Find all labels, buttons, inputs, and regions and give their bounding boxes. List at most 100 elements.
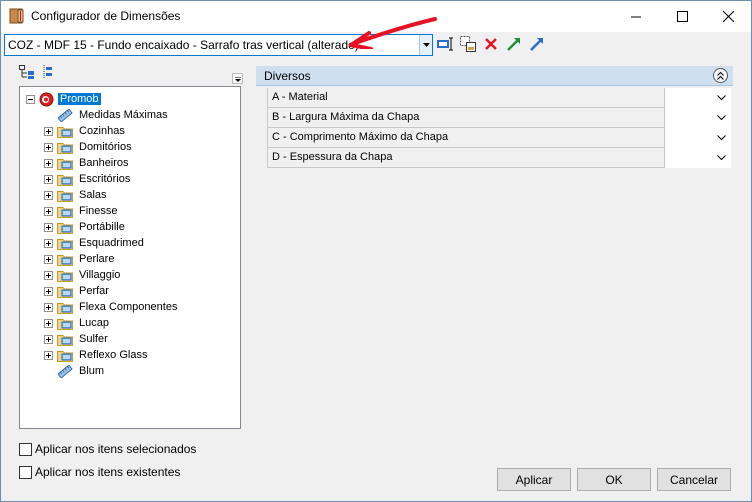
property-value-dropdown[interactable]: [664, 88, 731, 108]
tree-item[interactable]: Portábille: [44, 219, 127, 235]
tree-item[interactable]: Esquadrimed: [44, 235, 146, 251]
apply-button[interactable]: Aplicar: [497, 468, 571, 491]
property-value-dropdown[interactable]: [664, 108, 731, 128]
folder-icon: [57, 142, 73, 154]
expand-toggle[interactable]: [44, 206, 53, 216]
tree-item-label: Blum: [79, 365, 105, 377]
folder-icon: [57, 318, 73, 330]
folder-icon: [57, 222, 73, 234]
tree-item[interactable]: Cozinhas: [44, 123, 127, 139]
maximize-button[interactable]: [659, 1, 705, 32]
property-row: A - Material: [267, 88, 731, 108]
property-label: B - Largura Máxima da Chapa: [272, 111, 420, 123]
promob-logo-icon: [39, 92, 54, 106]
expand-toggle[interactable]: [44, 190, 53, 200]
expand-toggle[interactable]: [44, 286, 53, 296]
expand-toggle[interactable]: [44, 302, 53, 312]
property-label: D - Espessura da Chapa: [272, 151, 393, 163]
folder-icon: [57, 126, 73, 138]
dialog-window: Configurador de Dimensões COZ - MDF 15 -…: [0, 0, 752, 502]
tree-item-label: Cozinhas: [79, 125, 125, 137]
chevron-down-icon: [717, 155, 726, 161]
expand-toggle[interactable]: [44, 126, 53, 136]
checkbox-box[interactable]: [19, 442, 32, 456]
close-button[interactable]: [705, 1, 751, 32]
collapse-section-button[interactable]: [713, 68, 728, 83]
expand-toggle[interactable]: [44, 158, 53, 168]
expand-toggle[interactable]: [44, 318, 53, 328]
tree-item[interactable]: Villaggio: [44, 267, 122, 283]
expand-toggle[interactable]: [44, 222, 53, 232]
property-row: D - Espessura da Chapa: [267, 148, 731, 168]
window-title: Configurador de Dimensões: [31, 9, 181, 23]
apply-selected-label: Aplicar nos itens selecionados: [35, 442, 197, 456]
tree-item-label: Villaggio: [79, 269, 121, 281]
tree-item-label: Sulfer: [79, 333, 108, 345]
folder-icon: [57, 238, 73, 250]
maximize-icon: [676, 11, 688, 22]
ruler-icon: [57, 108, 73, 122]
tree-item[interactable]: Sulfer: [44, 331, 110, 347]
collapse-toggle[interactable]: [26, 94, 35, 104]
tree-item[interactable]: Medidas Máximas: [57, 107, 170, 123]
apply-selected-checkbox[interactable]: Aplicar nos itens selecionados: [19, 442, 196, 456]
tree-item-label: Portábille: [79, 221, 125, 233]
delete-icon[interactable]: [482, 35, 500, 53]
section-title: Diversos: [264, 69, 311, 83]
property-value-dropdown[interactable]: [664, 148, 731, 168]
chevron-down-icon: [717, 135, 726, 141]
tree-item[interactable]: Perfar: [44, 283, 111, 299]
tree-item-label: Medidas Máximas: [79, 109, 168, 121]
apply-existing-checkbox[interactable]: Aplicar nos itens existentes: [19, 465, 180, 479]
property-value-dropdown[interactable]: [664, 128, 731, 148]
expand-arrow-icon[interactable]: [505, 35, 523, 53]
section-header: Diversos: [256, 66, 733, 86]
dropdown-icon: [235, 77, 241, 82]
cancel-button[interactable]: Cancelar: [657, 468, 731, 491]
expand-toggle[interactable]: [44, 254, 53, 264]
tree-item[interactable]: Flexa Componentes: [44, 299, 179, 315]
checkbox-box[interactable]: [19, 465, 32, 479]
tree-item[interactable]: Finesse: [44, 203, 120, 219]
tree-item-label: Flexa Componentes: [79, 301, 178, 313]
ok-button[interactable]: OK: [577, 468, 651, 491]
property-row: C - Comprimento Máximo da Chapa: [267, 128, 731, 148]
tree-item[interactable]: Escritórios: [44, 171, 132, 187]
tree-item[interactable]: Domitórios: [44, 139, 134, 155]
tree-root[interactable]: Promob: [26, 91, 101, 107]
expand-toggle[interactable]: [44, 350, 53, 360]
copy-icon[interactable]: [459, 35, 477, 53]
property-row: B - Largura Máxima da Chapa: [267, 108, 731, 128]
expand-toggle[interactable]: [44, 270, 53, 280]
tree-list-icon[interactable]: [41, 65, 53, 79]
tree-item[interactable]: Blum: [57, 363, 106, 379]
combo-value: COZ - MDF 15 - Fundo encaixado - Sarrafo…: [8, 38, 359, 52]
folder-icon: [57, 302, 73, 314]
tree-item-label: Perfar: [79, 285, 109, 297]
tree-item[interactable]: Perlare: [44, 251, 116, 267]
tree-view[interactable]: Promob Medidas Máximas Cozinhas Domitórios…: [19, 86, 241, 429]
double-chevron-up-icon: [717, 71, 724, 80]
collapse-arrow-icon[interactable]: [528, 35, 546, 53]
tree-item[interactable]: Salas: [44, 187, 109, 203]
tree-item[interactable]: Banheiros: [44, 155, 131, 171]
minimize-button[interactable]: [613, 1, 659, 32]
expand-toggle[interactable]: [44, 334, 53, 344]
select-item-icon[interactable]: [436, 35, 454, 53]
tree-item-label: Banheiros: [79, 157, 129, 169]
folder-icon: [57, 270, 73, 282]
expand-toggle[interactable]: [44, 174, 53, 184]
expand-toggle[interactable]: [44, 142, 53, 152]
annotation-arrow-icon: [349, 17, 437, 49]
tree-menu-button[interactable]: [232, 73, 243, 84]
tree-item-label: Lucap: [79, 317, 109, 329]
tree-item[interactable]: Reflexo Glass: [44, 347, 149, 363]
expand-toggle[interactable]: [44, 238, 53, 248]
tree-root-label[interactable]: Promob: [58, 93, 101, 105]
tree-item[interactable]: Lucap: [44, 315, 111, 331]
tree-item-label: Finesse: [79, 205, 118, 217]
ruler-icon: [57, 364, 73, 378]
tree-expand-all-icon[interactable]: [19, 65, 35, 79]
folder-icon: [57, 174, 73, 186]
chevron-down-icon: [717, 115, 726, 121]
